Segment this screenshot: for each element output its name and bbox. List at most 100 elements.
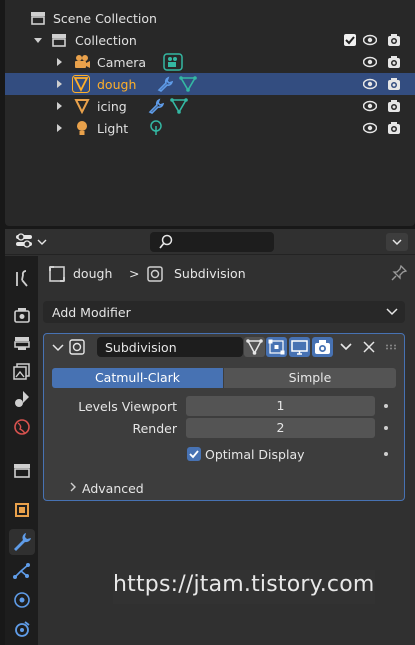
breadcrumb: dough > Subdivision xyxy=(43,262,413,284)
tab-world[interactable] xyxy=(9,414,35,440)
render-camera-icon[interactable] xyxy=(387,99,401,113)
outliner-row-light[interactable]: Light xyxy=(5,117,415,139)
subdivision-modifier-icon xyxy=(69,339,85,355)
mesh-data-icon[interactable] xyxy=(179,76,197,92)
drag-handle-icon[interactable] xyxy=(385,344,399,350)
eye-icon[interactable] xyxy=(363,33,377,47)
outliner-row-camera[interactable]: Camera xyxy=(5,51,415,73)
editor-type-menu[interactable] xyxy=(14,233,50,251)
animate-property-dot[interactable] xyxy=(384,452,388,456)
realtime-toggle[interactable] xyxy=(289,337,310,357)
chevron-down-icon xyxy=(386,308,398,316)
search-icon xyxy=(159,234,173,249)
modifier-icon xyxy=(147,266,163,282)
breadcrumb-object: dough xyxy=(73,266,113,281)
on-cage-icon xyxy=(246,339,263,355)
edit-mode-toggle[interactable] xyxy=(266,337,287,357)
outliner-label: Collection xyxy=(75,33,137,48)
watermark-text: https://jtam.tistory.com xyxy=(113,572,375,597)
outliner-row-collection[interactable]: Collection xyxy=(5,29,415,51)
tab-scene[interactable] xyxy=(9,386,35,412)
edit-cage-toggle[interactable] xyxy=(244,337,265,357)
eye-icon[interactable] xyxy=(363,55,377,69)
tab-physics[interactable] xyxy=(9,587,35,613)
scene-collection-icon xyxy=(31,12,45,25)
outliner-label: icing xyxy=(97,99,127,114)
collection-icon xyxy=(14,464,30,478)
tab-constraints[interactable] xyxy=(9,616,35,642)
simple-option[interactable]: Simple xyxy=(224,368,396,388)
mesh-icon xyxy=(72,75,90,93)
render-camera-icon[interactable] xyxy=(387,121,401,135)
expand-toggle[interactable] xyxy=(34,38,42,43)
advanced-subpanel-header[interactable]: Advanced xyxy=(82,481,144,496)
animate-property-dot[interactable] xyxy=(384,404,388,408)
collection-icon xyxy=(52,34,66,47)
tab-render[interactable] xyxy=(9,302,35,328)
world-icon xyxy=(14,419,30,435)
tab-collection[interactable] xyxy=(9,458,35,484)
catmull-clark-option[interactable]: Catmull-Clark xyxy=(52,368,223,388)
expand-toggle[interactable] xyxy=(57,80,62,88)
tab-tool[interactable] xyxy=(9,266,35,292)
modifier-name-field[interactable]: Subdivision xyxy=(97,337,243,357)
tool-icon xyxy=(16,270,28,287)
options-dropdown[interactable] xyxy=(386,233,408,251)
tab-view-layer[interactable] xyxy=(9,358,35,384)
subdivision-modifier-panel: Subdivision Catmull-Clark Simple Levels … xyxy=(43,333,405,501)
properties-header xyxy=(5,229,415,255)
render-toggle[interactable] xyxy=(312,337,333,357)
chevron-down-icon[interactable] xyxy=(339,342,353,352)
outliner-label: dough xyxy=(97,77,137,92)
close-icon[interactable] xyxy=(363,341,375,353)
constraints-icon xyxy=(15,621,30,637)
animate-property-dot[interactable] xyxy=(384,426,388,430)
chevron-right-icon[interactable] xyxy=(69,482,77,492)
tab-particles[interactable] xyxy=(9,558,35,584)
particles-icon xyxy=(13,563,30,579)
wrench-icon[interactable] xyxy=(148,98,164,114)
render-camera-icon xyxy=(315,340,330,354)
expand-toggle[interactable] xyxy=(57,124,62,132)
mesh-data-icon[interactable] xyxy=(170,98,188,114)
camera-icon xyxy=(75,55,90,68)
tab-output[interactable] xyxy=(9,330,35,356)
eye-icon[interactable] xyxy=(363,77,377,91)
outliner-label: Scene Collection xyxy=(53,11,157,26)
wrench-icon[interactable] xyxy=(157,76,173,92)
object-icon xyxy=(49,266,65,282)
render-camera-icon[interactable] xyxy=(387,55,401,69)
add-modifier-button[interactable]: Add Modifier xyxy=(43,301,405,323)
eye-icon[interactable] xyxy=(363,99,377,113)
collapse-chevron-icon[interactable] xyxy=(52,343,64,353)
monitor-icon xyxy=(291,340,308,355)
wrench-icon xyxy=(14,533,31,551)
tab-modifiers[interactable] xyxy=(9,529,35,555)
outliner: Scene Collection Collection Camera dough… xyxy=(5,0,415,226)
outliner-row-dough[interactable]: dough xyxy=(5,73,415,95)
outliner-label: Light xyxy=(97,121,129,136)
search-input[interactable] xyxy=(150,232,274,252)
light-data-icon[interactable] xyxy=(149,120,163,136)
exclude-checkbox[interactable] xyxy=(344,34,356,46)
optimal-display-label: Optimal Display xyxy=(205,447,305,462)
render-icon xyxy=(14,308,30,323)
physics-icon xyxy=(14,592,30,608)
camera-data-icon[interactable] xyxy=(163,53,183,71)
outliner-row-scene-collection[interactable]: Scene Collection xyxy=(5,7,415,29)
render-camera-icon[interactable] xyxy=(387,77,401,91)
properties-tabs xyxy=(5,256,38,645)
pin-icon[interactable] xyxy=(391,265,407,281)
output-icon xyxy=(14,337,30,350)
tab-object[interactable] xyxy=(9,497,35,523)
optimal-display-checkbox[interactable] xyxy=(187,447,201,461)
expand-toggle[interactable] xyxy=(57,58,62,66)
eye-icon[interactable] xyxy=(363,121,377,135)
levels-viewport-label: Levels Viewport xyxy=(78,399,177,414)
render-camera-icon[interactable] xyxy=(387,33,401,47)
render-levels-field[interactable]: 2 xyxy=(186,418,375,438)
edit-mode-icon xyxy=(268,339,285,355)
levels-viewport-field[interactable]: 1 xyxy=(186,396,375,416)
outliner-row-icing[interactable]: icing xyxy=(5,95,415,117)
expand-toggle[interactable] xyxy=(57,102,62,110)
